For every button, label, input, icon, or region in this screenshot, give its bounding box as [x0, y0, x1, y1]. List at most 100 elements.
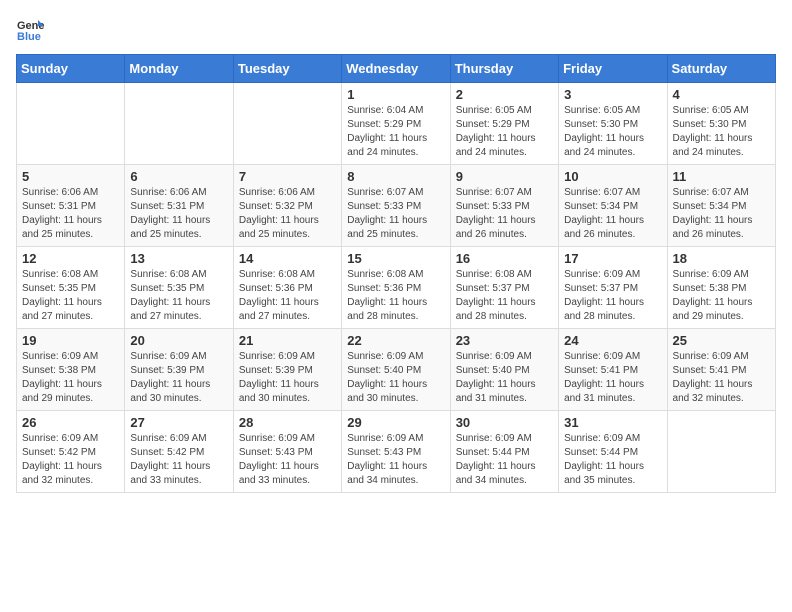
day-info: Sunrise: 6:09 AM Sunset: 5:42 PM Dayligh… — [130, 432, 227, 488]
logo-icon: General Blue — [16, 16, 44, 44]
day-cell: 10 Sunrise: 6:07 AM Sunset: 5:34 PM Dayli… — [559, 165, 667, 247]
day-cell: 6 Sunrise: 6:06 AM Sunset: 5:31 PM Daylig… — [125, 165, 233, 247]
week-row-1: 1 Sunrise: 6:04 AM Sunset: 5:29 PM Daylig… — [17, 83, 776, 165]
day-number: 6 — [130, 169, 227, 184]
day-info: Sunrise: 6:08 AM Sunset: 5:37 PM Dayligh… — [456, 268, 553, 324]
day-cell: 17 Sunrise: 6:09 AM Sunset: 5:37 PM Dayli… — [559, 247, 667, 329]
day-number: 9 — [456, 169, 553, 184]
day-number: 25 — [673, 333, 770, 348]
calendar-header-row: SundayMondayTuesdayWednesdayThursdayFrid… — [17, 55, 776, 83]
day-number: 4 — [673, 87, 770, 102]
day-info: Sunrise: 6:07 AM Sunset: 5:34 PM Dayligh… — [673, 186, 770, 242]
day-cell: 15 Sunrise: 6:08 AM Sunset: 5:36 PM Dayli… — [342, 247, 450, 329]
day-cell: 1 Sunrise: 6:04 AM Sunset: 5:29 PM Daylig… — [342, 83, 450, 165]
day-number: 20 — [130, 333, 227, 348]
day-info: Sunrise: 6:09 AM Sunset: 5:41 PM Dayligh… — [564, 350, 661, 406]
header-wednesday: Wednesday — [342, 55, 450, 83]
day-number: 21 — [239, 333, 336, 348]
day-cell: 26 Sunrise: 6:09 AM Sunset: 5:42 PM Dayli… — [17, 411, 125, 493]
day-info: Sunrise: 6:09 AM Sunset: 5:42 PM Dayligh… — [22, 432, 119, 488]
day-info: Sunrise: 6:08 AM Sunset: 5:36 PM Dayligh… — [347, 268, 444, 324]
day-number: 29 — [347, 415, 444, 430]
day-info: Sunrise: 6:09 AM Sunset: 5:39 PM Dayligh… — [130, 350, 227, 406]
header-thursday: Thursday — [450, 55, 558, 83]
header-saturday: Saturday — [667, 55, 775, 83]
day-cell: 5 Sunrise: 6:06 AM Sunset: 5:31 PM Daylig… — [17, 165, 125, 247]
day-number: 23 — [456, 333, 553, 348]
day-cell: 25 Sunrise: 6:09 AM Sunset: 5:41 PM Dayli… — [667, 329, 775, 411]
day-number: 16 — [456, 251, 553, 266]
day-number: 13 — [130, 251, 227, 266]
day-cell: 23Sunrise: 6:09 AM Sunset: 5:40 PM Dayli… — [450, 329, 558, 411]
day-cell: 24Sunrise: 6:09 AM Sunset: 5:41 PM Dayli… — [559, 329, 667, 411]
week-row-3: 12 Sunrise: 6:08 AM Sunset: 5:35 PM Dayli… — [17, 247, 776, 329]
page-header: General Blue — [16, 16, 776, 44]
day-cell: 28 Sunrise: 6:09 AM Sunset: 5:43 PM Dayli… — [233, 411, 341, 493]
day-cell: 31Sunrise: 6:09 AM Sunset: 5:44 PM Dayli… — [559, 411, 667, 493]
day-info: Sunrise: 6:08 AM Sunset: 5:35 PM Dayligh… — [22, 268, 119, 324]
day-info: Sunrise: 6:05 AM Sunset: 5:30 PM Dayligh… — [564, 104, 661, 160]
day-cell: 22 Sunrise: 6:09 AM Sunset: 5:40 PM Dayli… — [342, 329, 450, 411]
day-info: Sunrise: 6:09 AM Sunset: 5:39 PM Dayligh… — [239, 350, 336, 406]
day-cell: 3 Sunrise: 6:05 AM Sunset: 5:30 PM Daylig… — [559, 83, 667, 165]
day-info: Sunrise: 6:09 AM Sunset: 5:44 PM Dayligh… — [456, 432, 553, 488]
header-tuesday: Tuesday — [233, 55, 341, 83]
day-number: 12 — [22, 251, 119, 266]
day-info: Sunrise: 6:08 AM Sunset: 5:35 PM Dayligh… — [130, 268, 227, 324]
day-cell: 4 Sunrise: 6:05 AM Sunset: 5:30 PM Daylig… — [667, 83, 775, 165]
day-number: 26 — [22, 415, 119, 430]
day-number: 8 — [347, 169, 444, 184]
day-info: Sunrise: 6:06 AM Sunset: 5:31 PM Dayligh… — [130, 186, 227, 242]
day-info: Sunrise: 6:05 AM Sunset: 5:30 PM Dayligh… — [673, 104, 770, 160]
day-cell: 12 Sunrise: 6:08 AM Sunset: 5:35 PM Dayli… — [17, 247, 125, 329]
day-cell — [17, 83, 125, 165]
day-info: Sunrise: 6:09 AM Sunset: 5:37 PM Dayligh… — [564, 268, 661, 324]
day-info: Sunrise: 6:09 AM Sunset: 5:40 PM Dayligh… — [347, 350, 444, 406]
day-number: 3 — [564, 87, 661, 102]
day-number: 2 — [456, 87, 553, 102]
svg-text:Blue: Blue — [17, 31, 41, 43]
calendar-table: SundayMondayTuesdayWednesdayThursdayFrid… — [16, 54, 776, 493]
day-info: Sunrise: 6:07 AM Sunset: 5:33 PM Dayligh… — [456, 186, 553, 242]
day-cell: 19Sunrise: 6:09 AM Sunset: 5:38 PM Dayli… — [17, 329, 125, 411]
day-number: 27 — [130, 415, 227, 430]
calendar-body: 1 Sunrise: 6:04 AM Sunset: 5:29 PM Daylig… — [17, 83, 776, 493]
day-cell: 7Sunrise: 6:06 AM Sunset: 5:32 PM Daylig… — [233, 165, 341, 247]
day-number: 11 — [673, 169, 770, 184]
day-number: 17 — [564, 251, 661, 266]
day-info: Sunrise: 6:04 AM Sunset: 5:29 PM Dayligh… — [347, 104, 444, 160]
header-sunday: Sunday — [17, 55, 125, 83]
day-info: Sunrise: 6:09 AM Sunset: 5:43 PM Dayligh… — [347, 432, 444, 488]
day-cell: 11 Sunrise: 6:07 AM Sunset: 5:34 PM Dayli… — [667, 165, 775, 247]
day-info: Sunrise: 6:06 AM Sunset: 5:32 PM Dayligh… — [239, 186, 336, 242]
day-cell: 2 Sunrise: 6:05 AM Sunset: 5:29 PM Daylig… — [450, 83, 558, 165]
logo: General Blue — [16, 16, 48, 44]
day-cell: 9 Sunrise: 6:07 AM Sunset: 5:33 PM Daylig… — [450, 165, 558, 247]
day-cell — [667, 411, 775, 493]
day-cell — [125, 83, 233, 165]
day-info: Sunrise: 6:08 AM Sunset: 5:36 PM Dayligh… — [239, 268, 336, 324]
day-number: 10 — [564, 169, 661, 184]
day-cell: 29 Sunrise: 6:09 AM Sunset: 5:43 PM Dayli… — [342, 411, 450, 493]
day-cell: 20 Sunrise: 6:09 AM Sunset: 5:39 PM Dayli… — [125, 329, 233, 411]
day-info: Sunrise: 6:07 AM Sunset: 5:34 PM Dayligh… — [564, 186, 661, 242]
week-row-5: 26 Sunrise: 6:09 AM Sunset: 5:42 PM Dayli… — [17, 411, 776, 493]
day-cell: 18 Sunrise: 6:09 AM Sunset: 5:38 PM Dayli… — [667, 247, 775, 329]
day-number: 5 — [22, 169, 119, 184]
day-number: 28 — [239, 415, 336, 430]
day-info: Sunrise: 6:09 AM Sunset: 5:38 PM Dayligh… — [673, 268, 770, 324]
header-friday: Friday — [559, 55, 667, 83]
header-monday: Monday — [125, 55, 233, 83]
day-number: 19 — [22, 333, 119, 348]
day-info: Sunrise: 6:09 AM Sunset: 5:41 PM Dayligh… — [673, 350, 770, 406]
day-info: Sunrise: 6:06 AM Sunset: 5:31 PM Dayligh… — [22, 186, 119, 242]
day-number: 22 — [347, 333, 444, 348]
day-info: Sunrise: 6:05 AM Sunset: 5:29 PM Dayligh… — [456, 104, 553, 160]
day-cell: 13 Sunrise: 6:08 AM Sunset: 5:35 PM Dayli… — [125, 247, 233, 329]
day-info: Sunrise: 6:09 AM Sunset: 5:43 PM Dayligh… — [239, 432, 336, 488]
day-number: 18 — [673, 251, 770, 266]
day-number: 1 — [347, 87, 444, 102]
week-row-4: 19Sunrise: 6:09 AM Sunset: 5:38 PM Dayli… — [17, 329, 776, 411]
day-cell — [233, 83, 341, 165]
day-number: 15 — [347, 251, 444, 266]
